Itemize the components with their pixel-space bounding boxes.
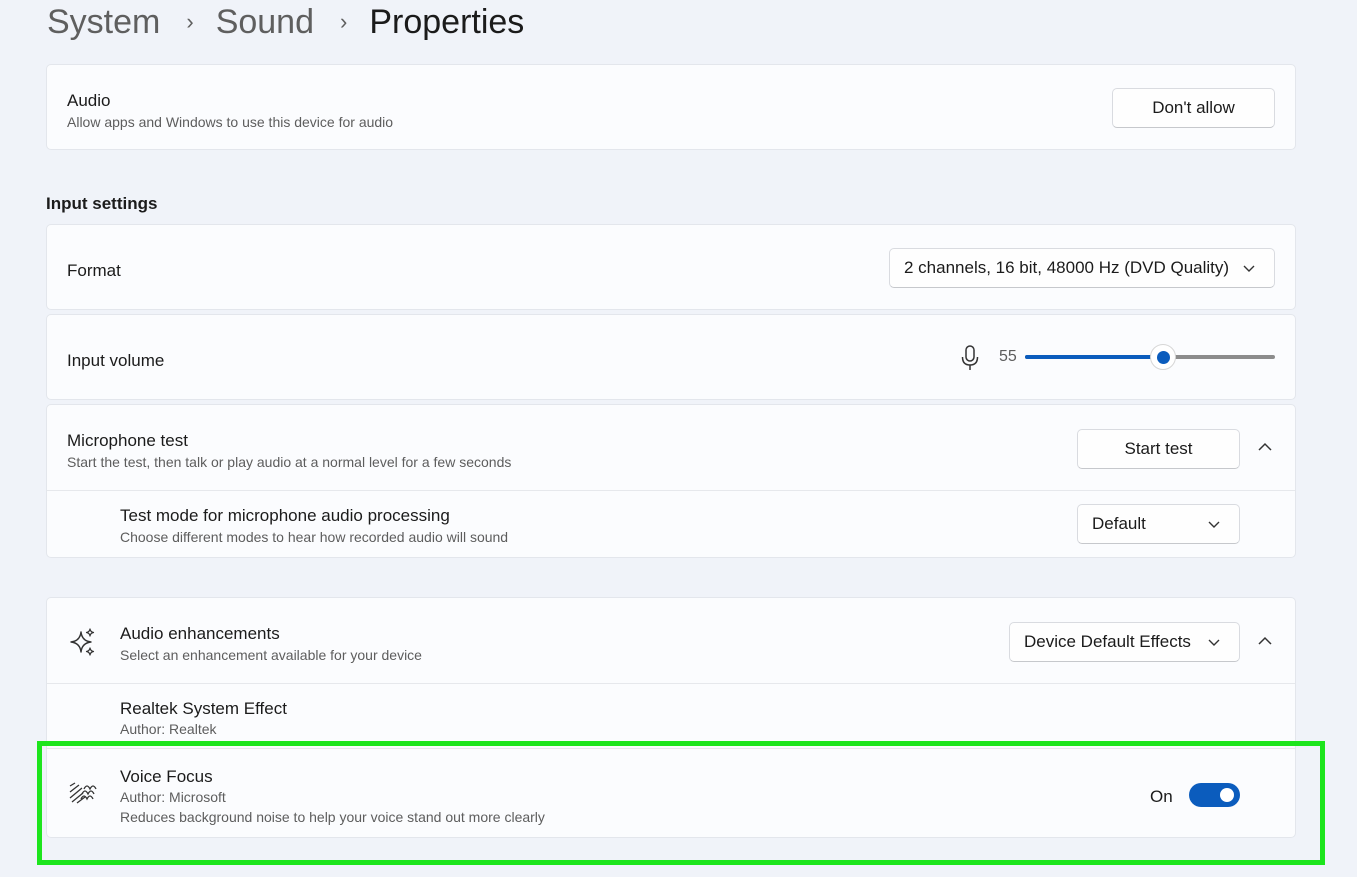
divider [47,683,1295,684]
voice-focus-state: On [1150,787,1173,806]
breadcrumb: System › Sound › Properties [47,0,524,44]
audio-card: Audio Allow apps and Windows to use this… [46,64,1296,150]
audio-title: Audio [67,91,111,110]
test-mode-subtitle: Choose different modes to hear how recor… [120,529,509,545]
divider [47,490,1295,491]
enhancements-value: Device Default Effects [1024,632,1191,651]
breadcrumb-sound[interactable]: Sound [216,3,314,42]
start-test-button[interactable]: Start test [1077,429,1240,469]
breadcrumb-system[interactable]: System [47,3,160,42]
microphone-test-title: Microphone test [67,431,188,450]
chevron-down-icon [1208,639,1220,646]
test-mode-title: Test mode for microphone audio processin… [120,506,450,525]
voice-focus-title: Voice Focus [120,767,213,786]
audio-subtitle: Allow apps and Windows to use this devic… [67,114,394,130]
voice-focus-icon [69,782,97,804]
toggle-knob [1220,788,1234,802]
breadcrumb-separator: › [340,9,348,34]
chevron-up-icon[interactable] [1257,635,1273,647]
enhancements-dropdown[interactable]: Device Default Effects [1009,622,1240,662]
input-settings-heading: Input settings [46,194,158,213]
slider-fill [1025,355,1163,359]
chevron-down-icon [1208,521,1220,528]
format-label: Format [67,261,121,280]
breadcrumb-separator: › [186,9,194,34]
test-mode-value: Default [1092,514,1146,533]
voice-focus-toggle[interactable] [1189,783,1240,807]
voice-focus-description: Reduces background noise to help your vo… [120,809,545,825]
input-volume-slider[interactable] [1025,344,1275,370]
input-volume-value: 55 [999,348,1017,365]
realtek-effect-title: Realtek System Effect [120,699,287,718]
voice-focus-author: Author: Microsoft [120,789,226,805]
format-dropdown[interactable]: 2 channels, 16 bit, 48000 Hz (DVD Qualit… [889,248,1275,288]
microphone-icon[interactable] [959,344,981,372]
settings-page: System › Sound › Properties Audio Allow … [0,0,1357,877]
format-card: Format 2 channels, 16 bit, 48000 Hz (DVD… [46,224,1296,310]
realtek-effect-author: Author: Realtek [120,721,217,737]
slider-thumb[interactable] [1150,344,1176,370]
format-value: 2 channels, 16 bit, 48000 Hz (DVD Qualit… [904,258,1230,277]
test-mode-dropdown[interactable]: Default [1077,504,1240,544]
microphone-test-card: Microphone test Start the test, then tal… [46,404,1296,558]
sparkle-icon [70,628,95,656]
chevron-up-icon[interactable] [1257,441,1273,453]
microphone-test-subtitle: Start the test, then talk or play audio … [67,454,512,470]
audio-enhancements-subtitle: Select an enhancement available for your… [120,647,422,663]
page-title: Properties [369,2,525,41]
input-volume-label: Input volume [67,351,165,370]
chevron-down-icon [1243,265,1255,272]
audio-enhancements-title: Audio enhancements [120,624,280,643]
divider [47,748,1295,749]
audio-enhancements-card: Audio enhancements Select an enhancement… [46,597,1296,838]
dont-allow-button[interactable]: Don't allow [1112,88,1275,128]
